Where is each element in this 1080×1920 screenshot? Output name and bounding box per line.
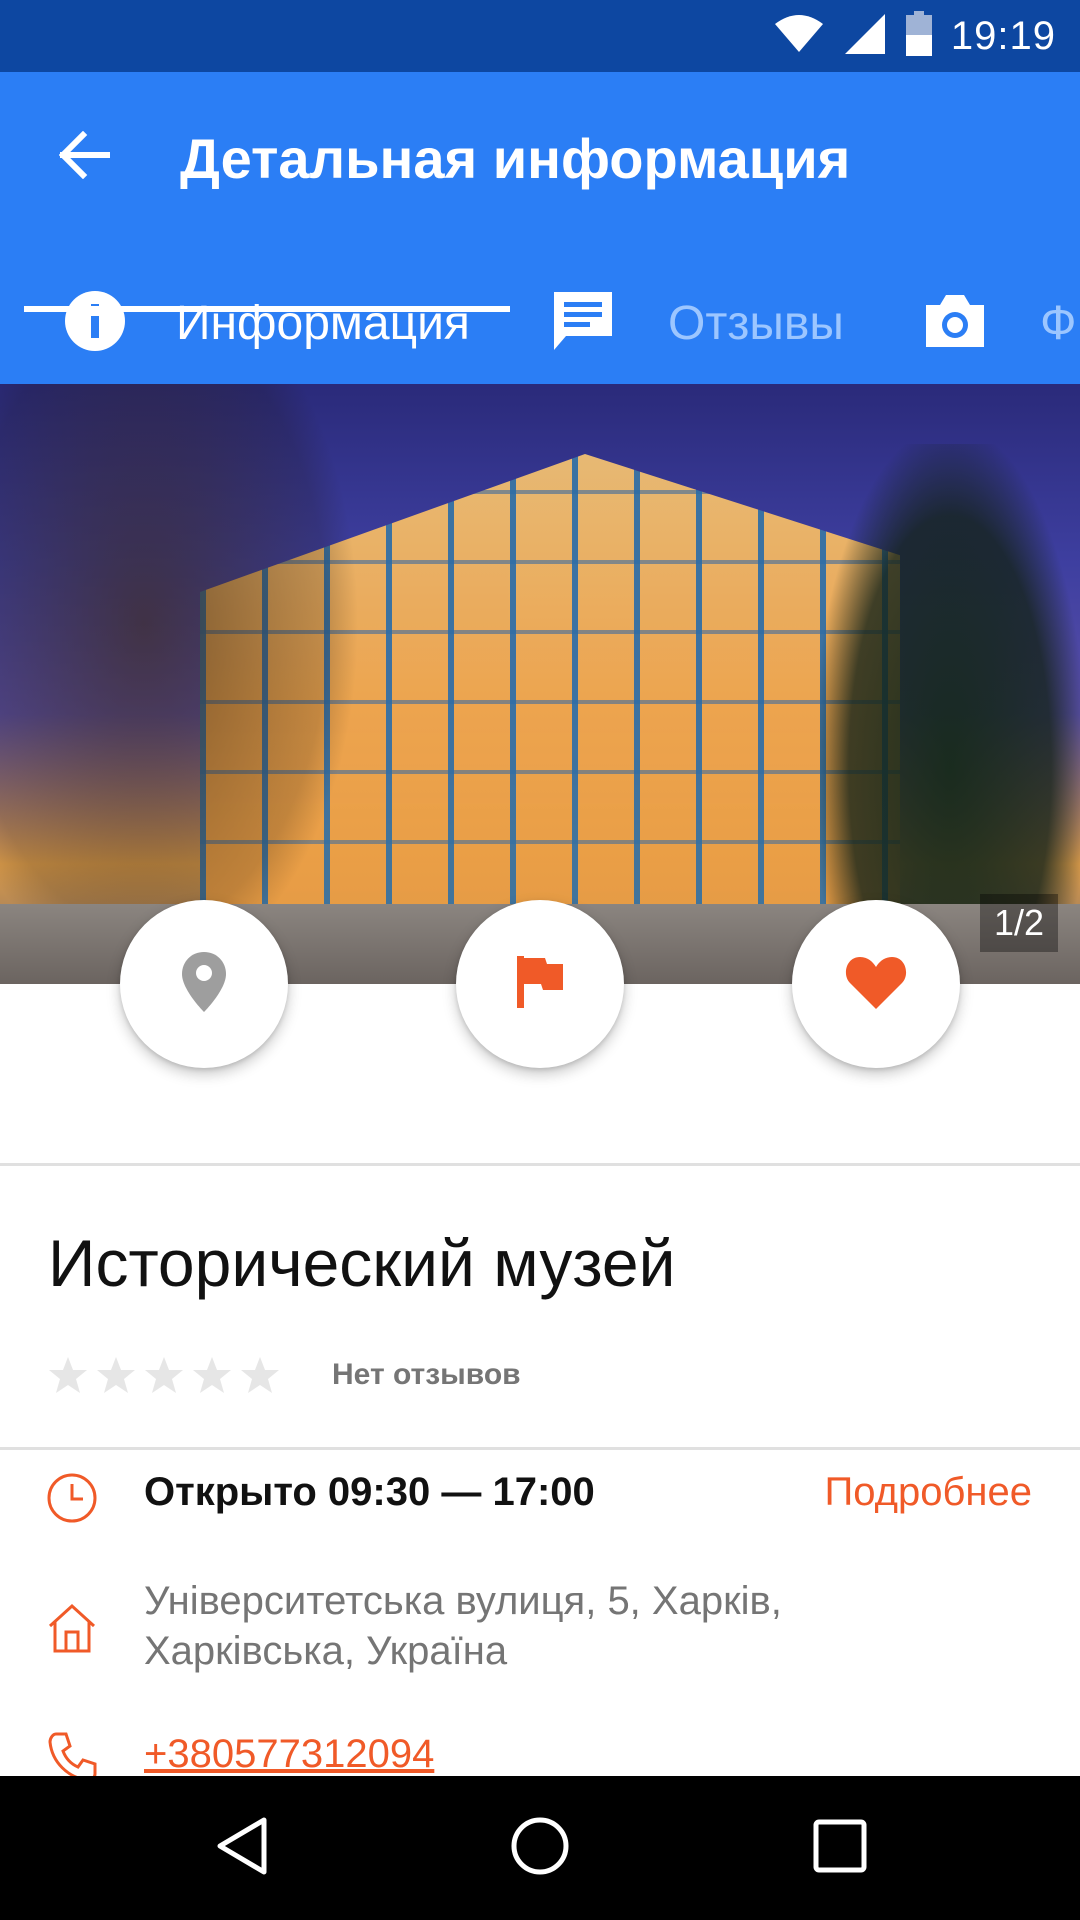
nav-home-button[interactable]: [470, 1776, 610, 1920]
triangle-back-icon: [214, 1816, 270, 1881]
place-title: Исторический музей: [48, 1226, 676, 1300]
rating-row[interactable]: Нет отзывов: [48, 1350, 521, 1400]
battery-icon: [905, 10, 933, 62]
opening-hours: Открыто 09:30 — 17:00: [144, 1470, 595, 1514]
phone-link[interactable]: +380577312094: [144, 1732, 434, 1777]
circle-home-icon: [510, 1816, 570, 1881]
info-icon: [64, 290, 126, 357]
nav-recents-button[interactable]: [770, 1776, 910, 1920]
star-icon: [49, 1357, 87, 1393]
flag-icon: [515, 954, 565, 1015]
divider: [0, 1163, 1080, 1166]
star-icon: [97, 1357, 135, 1393]
tab-label-information: Информация: [176, 296, 470, 350]
map-pin-icon: [180, 950, 228, 1019]
tab-label-photos: Ф: [1040, 296, 1077, 350]
divider: [0, 1447, 1080, 1450]
nav-back-button[interactable]: [172, 1776, 312, 1920]
signal-icon: [843, 12, 887, 61]
tab-indicator: [24, 306, 510, 312]
star-icon: [193, 1357, 231, 1393]
clock-icon: [44, 1470, 100, 1526]
rating-stars: [48, 1355, 280, 1395]
photo-counter: 1/2: [979, 894, 1058, 952]
camera-icon: [924, 293, 986, 354]
home-icon: [44, 1600, 100, 1656]
location-button[interactable]: [120, 900, 288, 1068]
place-photo[interactable]: 1/2: [0, 384, 1080, 984]
status-bar: 19:19: [0, 0, 1080, 72]
star-icon: [145, 1357, 183, 1393]
star-icon: [241, 1357, 279, 1393]
back-button[interactable]: [40, 112, 130, 202]
address-line-2: Харківська, Україна: [144, 1629, 508, 1673]
tab-reviews[interactable]: Отзывы: [552, 262, 844, 384]
arrow-back-icon: [58, 130, 111, 184]
page-title: Детальная информация: [180, 127, 851, 190]
square-recents-icon: [812, 1818, 868, 1879]
wifi-icon: [773, 14, 825, 59]
tab-bar: Информация Отзывы Ф: [0, 262, 1080, 384]
status-time: 19:19: [950, 13, 1056, 58]
tab-information[interactable]: Информация: [64, 262, 470, 384]
app-bar: Детальная информация Информация Отзывы Ф: [0, 72, 1080, 384]
tab-label-reviews: Отзывы: [668, 296, 844, 350]
address-line-1: Університетська вулиця, 5, Харків,: [144, 1579, 782, 1623]
system-nav-bar: [0, 1776, 1080, 1920]
status-icons: 19:19: [773, 0, 1056, 72]
tab-photos[interactable]: Ф: [924, 262, 1077, 384]
reviews-count-text: Нет отзывов: [332, 1358, 521, 1391]
chat-icon: [552, 290, 614, 357]
photo-trees-left: [0, 384, 360, 984]
address[interactable]: Університетська вулиця, 5, Харків, Харкі…: [144, 1576, 984, 1676]
flag-button[interactable]: [456, 900, 624, 1068]
favorite-button[interactable]: [792, 900, 960, 1068]
more-details-link[interactable]: Подробнее: [825, 1470, 1032, 1515]
heart-icon: [844, 953, 908, 1016]
